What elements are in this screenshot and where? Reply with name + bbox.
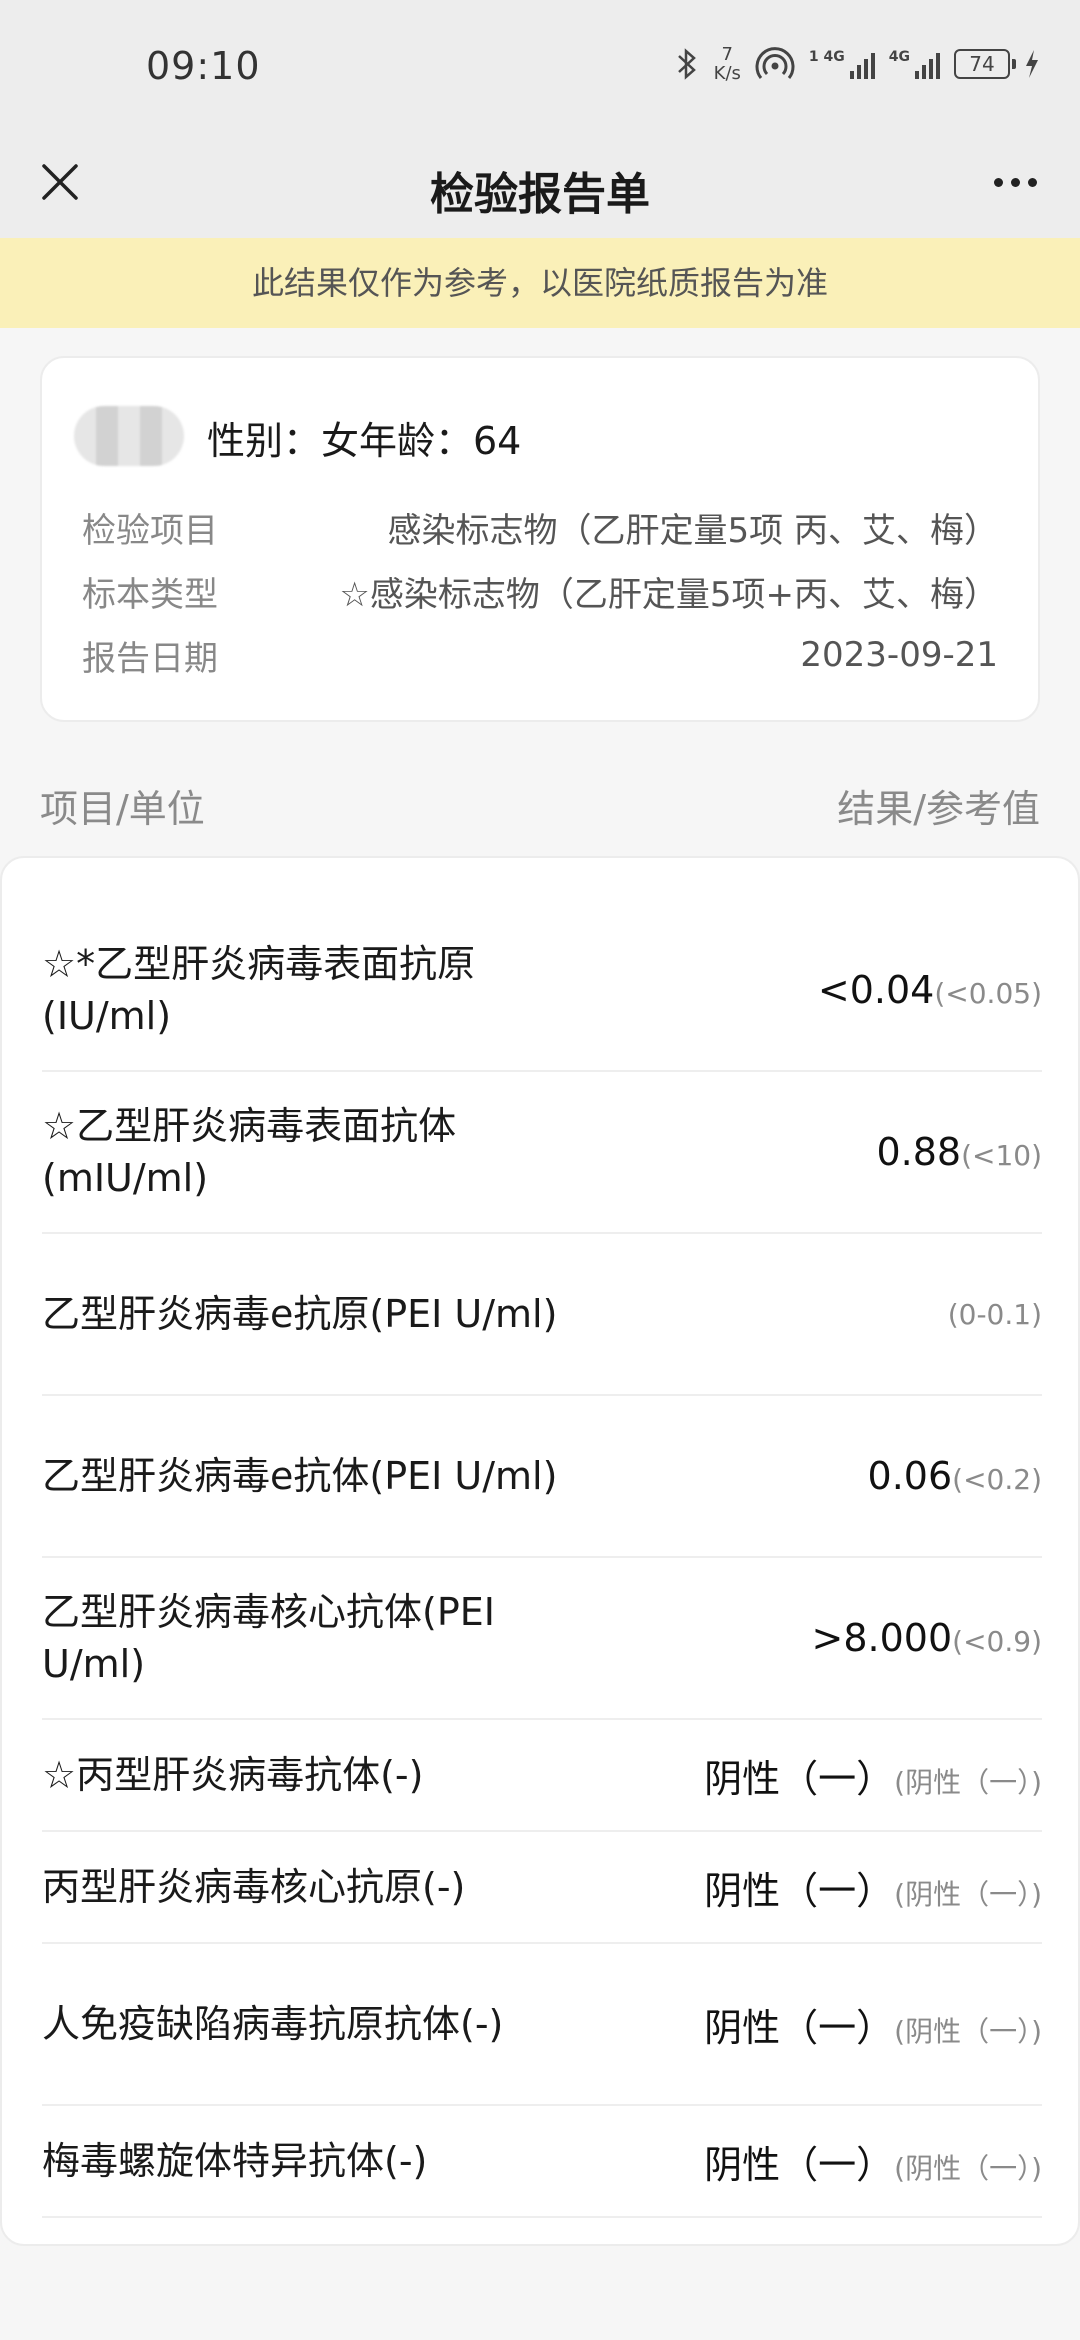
network-speed-value: 7 [721, 44, 733, 65]
test-name: ☆*乙型肝炎病毒表面抗原(IU/ml) [42, 942, 476, 1038]
more-icon [993, 177, 1003, 187]
info-value: 感染标志物（乙肝定量5项 丙、艾、梅） [387, 510, 998, 551]
test-result: <0.04 (<0.05) [818, 968, 1042, 1012]
result-value: 0.06 [867, 1454, 953, 1498]
hotspot-icon [755, 47, 795, 79]
info-row-test-item: 检验项目 感染标志物（乙肝定量5项 丙、艾、梅） [82, 502, 998, 552]
signal-4g-icon: 1 4G [809, 49, 875, 79]
result-value: 阴性（一） [704, 1868, 895, 1913]
results-header: 项目/单位 结果/参考值 [0, 770, 1080, 840]
test-result: 阴性（一） (阴性（一）) [704, 2134, 1042, 2189]
test-result: 0.06 (<0.2) [868, 1454, 1042, 1498]
test-result: 0.88 (<10) [876, 1130, 1042, 1174]
more-button[interactable] [980, 152, 1050, 212]
info-value: ☆感染标志物（乙肝定量5项+丙、艾、梅） [339, 574, 998, 615]
patient-gender-age: 性别：女年龄：64 [207, 419, 522, 463]
results-list: ☆*乙型肝炎病毒表面抗原(IU/ml) <0.04 (<0.05) ☆乙型肝炎病… [42, 910, 1042, 2218]
test-name: 人免疫缺陷病毒抗原抗体(-) [42, 2002, 504, 2046]
test-name: 乙型肝炎病毒e抗原(PEI U/ml) [42, 1292, 558, 1336]
header-result-reference: 结果/参考值 [837, 786, 1040, 831]
result-value: 0.88 [876, 1130, 962, 1174]
reference-range: (0-0.1) [947, 1297, 1042, 1331]
result-value: 阴性（一） [704, 1756, 895, 1801]
test-result: (0-0.1) [948, 1298, 1042, 1331]
reference-range: (<10) [961, 1139, 1042, 1172]
reference-range: (阴性（一）) [894, 2014, 1042, 2048]
network-speed: 7 K/s [714, 45, 741, 83]
signal-4g-icon: 4G [889, 49, 940, 79]
reference-range: (阴性（一）) [894, 1877, 1042, 1911]
battery-icon: 74 [954, 49, 1016, 79]
reference-range: (<0.2) [952, 1463, 1042, 1496]
status-bar: 09:10 7 K/s 1 4G 4G 74 [0, 0, 1080, 130]
info-row-report-date: 报告日期 2023-09-21 [82, 630, 998, 680]
result-value: 阴性（一） [704, 2005, 895, 2050]
test-result: >8.000 (<0.9) [812, 1616, 1042, 1660]
network-speed-unit: K/s [713, 63, 741, 84]
charging-icon [1026, 50, 1038, 78]
header-item-unit: 项目/单位 [40, 786, 205, 831]
table-row: 乙型肝炎病毒e抗体(PEI U/ml) 0.06 (<0.2) [42, 1396, 1042, 1558]
status-icons: 7 K/s 1 4G 4G 74 [674, 42, 1040, 86]
results-card: ☆*乙型肝炎病毒表面抗原(IU/ml) <0.04 (<0.05) ☆乙型肝炎病… [0, 856, 1080, 2246]
result-value: 阴性（一） [704, 2142, 895, 2187]
notice-banner: 此结果仅作为参考，以医院纸质报告为准 [0, 238, 1080, 328]
patient-info-card: 性别：女年龄：64 检验项目 感染标志物（乙肝定量5项 丙、艾、梅） 标本类型 … [40, 356, 1040, 722]
more-icon-dot [1027, 177, 1037, 187]
reference-range: (<0.9) [952, 1625, 1042, 1658]
info-value: 2023-09-21 [800, 635, 998, 675]
patient-name-blurred [74, 406, 184, 466]
table-row: 梅毒螺旋体特异抗体(-) 阴性（一） (阴性（一）) [42, 2106, 1042, 2218]
result-value: <0.04 [817, 968, 935, 1012]
test-name: ☆乙型肝炎病毒表面抗体(mIU/ml) [42, 1104, 457, 1200]
table-row: ☆丙型肝炎病毒抗体(-) 阴性（一） (阴性（一）) [42, 1720, 1042, 1832]
test-name: 乙型肝炎病毒核心抗体(PEI U/ml) [42, 1590, 495, 1686]
test-name: 丙型肝炎病毒核心抗原(-) [42, 1865, 466, 1909]
test-result: 阴性（一） (阴性（一）) [704, 1748, 1042, 1803]
table-row: ☆*乙型肝炎病毒表面抗原(IU/ml) <0.04 (<0.05) [42, 910, 1042, 1072]
result-value: >8.000 [811, 1616, 953, 1660]
reference-range: (<0.05) [934, 977, 1042, 1010]
bluetooth-icon [677, 48, 696, 80]
more-icon-dot [1010, 177, 1020, 187]
table-row: 丙型肝炎病毒核心抗原(-) 阴性（一） (阴性（一）) [42, 1832, 1042, 1944]
test-name: 乙型肝炎病毒e抗体(PEI U/ml) [42, 1454, 558, 1498]
info-label: 报告日期 [82, 638, 218, 679]
test-name: ☆丙型肝炎病毒抗体(-) [42, 1753, 424, 1797]
reference-range: (阴性（一）) [894, 1765, 1042, 1799]
page-title: 检验报告单 [430, 169, 650, 220]
nav-bar: 检验报告单 [0, 130, 1080, 238]
info-label: 标本类型 [82, 574, 218, 615]
table-row: 乙型肝炎病毒核心抗体(PEI U/ml) >8.000 (<0.9) [42, 1558, 1042, 1720]
table-row: 乙型肝炎病毒e抗原(PEI U/ml) (0-0.1) [42, 1234, 1042, 1396]
info-label: 检验项目 [82, 510, 218, 551]
table-row: ☆乙型肝炎病毒表面抗体(mIU/ml) 0.88 (<10) [42, 1072, 1042, 1234]
test-result: 阴性（一） (阴性（一）) [704, 1997, 1042, 2052]
table-row: 人免疫缺陷病毒抗原抗体(-) 阴性（一） (阴性（一）) [42, 1944, 1042, 2106]
test-name: 梅毒螺旋体特异抗体(-) [42, 2139, 428, 2183]
status-time: 09:10 [146, 44, 261, 88]
test-result: 阴性（一） (阴性（一）) [704, 1860, 1042, 1915]
info-row-specimen-type: 标本类型 ☆感染标志物（乙肝定量5项+丙、艾、梅） [82, 566, 998, 616]
reference-range: (阴性（一）) [894, 2151, 1042, 2185]
